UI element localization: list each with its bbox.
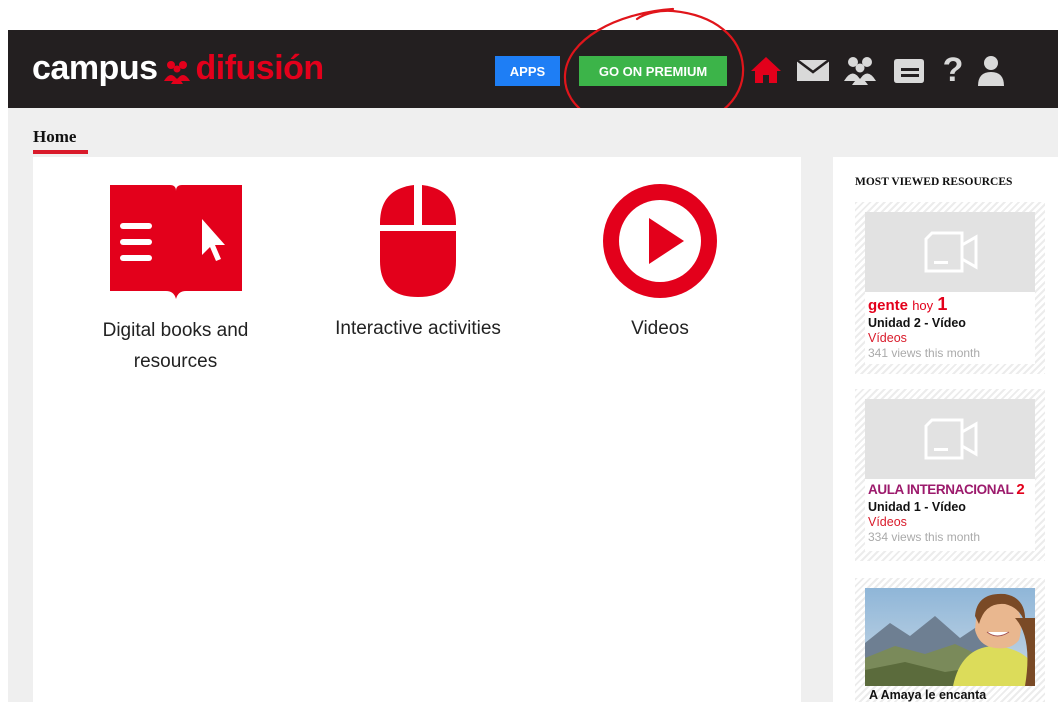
- help-icon[interactable]: ?: [933, 51, 973, 89]
- tile-label-videos: Videos: [631, 318, 689, 339]
- tile-digital-books[interactable]: Digital books and resources: [78, 183, 273, 377]
- resource-card-3[interactable]: A Amaya le encanta: [855, 578, 1045, 702]
- tile-videos[interactable]: Videos: [580, 183, 740, 344]
- video-camera-icon: [924, 231, 978, 273]
- resource-category[interactable]: Vídeos: [868, 331, 907, 345]
- resource-title: Unidad 1 - Vídeo: [868, 500, 966, 514]
- top-navbar: campus difusión APPS GO ON PREMIUM ?: [8, 30, 1058, 108]
- resource-card-body: AULA INTERNACIONAL 2 Unidad 1 - Vídeo Ví…: [865, 399, 1035, 551]
- resource-title: Unidad 2 - Vídeo: [868, 316, 966, 330]
- logo-people-icon: [162, 55, 192, 84]
- resource-card-1[interactable]: gente hoy 1 Unidad 2 - Vídeo Vídeos 341 …: [855, 202, 1045, 374]
- folder-icon[interactable]: [888, 52, 928, 88]
- resource-category[interactable]: Vídeos: [868, 515, 907, 529]
- resource-photo: [865, 588, 1035, 686]
- breadcrumb-underline: [33, 150, 88, 154]
- tile-interactive-activities[interactable]: Interactive activities: [318, 183, 518, 344]
- book-cursor-icon: [109, 185, 242, 299]
- most-viewed-title: MOST VIEWED RESOURCES: [855, 176, 1013, 188]
- campus-difusion-logo[interactable]: campus difusión: [32, 48, 324, 88]
- brand-aula-internacional: AULA INTERNACIONAL 2: [868, 481, 1025, 498]
- logo-text-difusion: difusión: [195, 48, 325, 87]
- mail-icon[interactable]: [793, 52, 833, 88]
- user-icon[interactable]: [973, 52, 1009, 88]
- resource-caption: A Amaya le encanta: [869, 688, 987, 702]
- resource-views: 341 views this month: [868, 346, 981, 360]
- resource-views: 334 views this month: [868, 530, 981, 544]
- tile-label-interactive-activities: Interactive activities: [335, 318, 501, 339]
- logo-text-campus: campus: [32, 48, 158, 87]
- play-icon: [603, 184, 717, 298]
- apps-button[interactable]: APPS: [495, 56, 560, 86]
- brand-gente-hoy: gente hoy 1: [868, 294, 948, 314]
- home-icon[interactable]: [746, 52, 786, 88]
- mouse-icon: [380, 185, 456, 297]
- resource-card-body: gente hoy 1 Unidad 2 - Vídeo Vídeos 341 …: [865, 212, 1035, 364]
- tile-label-digital-books: Digital books and resources: [102, 320, 249, 372]
- video-camera-icon: [924, 418, 978, 460]
- group-icon[interactable]: [840, 52, 880, 88]
- video-thumbnail: [865, 399, 1035, 479]
- resource-card-2[interactable]: AULA INTERNACIONAL 2 Unidad 1 - Vídeo Ví…: [855, 389, 1045, 561]
- go-on-premium-button[interactable]: GO ON PREMIUM: [579, 56, 727, 86]
- video-thumbnail: [865, 212, 1035, 292]
- breadcrumb-home[interactable]: Home: [33, 127, 76, 147]
